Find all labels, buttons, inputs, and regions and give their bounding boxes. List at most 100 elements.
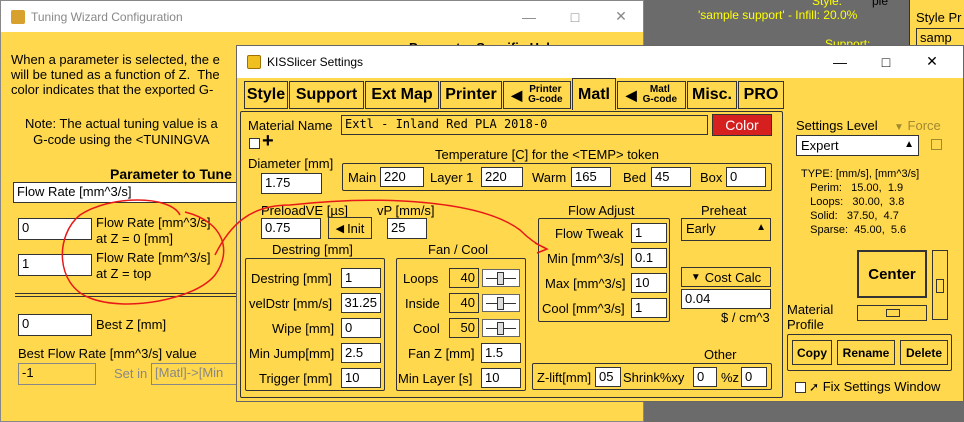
- down-triangle-icon: ▼: [894, 122, 904, 133]
- fix-settings-checkbox[interactable]: [795, 382, 806, 393]
- wizard-icon: [11, 9, 25, 24]
- slider-thumb[interactable]: [497, 322, 504, 335]
- cost-input[interactable]: 0.04: [681, 289, 771, 309]
- zlift-input[interactable]: 05: [595, 367, 621, 387]
- trigger-label: Trigger [mm]: [259, 371, 333, 386]
- center-button[interactable]: Center: [857, 250, 927, 298]
- tab-matl[interactable]: Matl: [572, 78, 616, 110]
- fan-heading: Fan / Cool: [428, 242, 488, 257]
- veldstr-input[interactable]: 31.25: [341, 293, 381, 313]
- rename-button[interactable]: Rename: [837, 340, 895, 365]
- wipe-input[interactable]: 0: [341, 318, 381, 338]
- tab-printer[interactable]: Printer: [440, 81, 502, 109]
- maximize-button[interactable]: □: [552, 1, 598, 32]
- material-name-label: Material Name: [248, 118, 333, 133]
- slider-thumb[interactable]: [886, 309, 900, 317]
- vp-input[interactable]: 25: [387, 218, 427, 239]
- settings-level-label: Settings Level: [796, 118, 878, 133]
- material-name-input[interactable]: Extl - Inland Red PLA 2018-0: [341, 115, 708, 135]
- temp-warm-input[interactable]: 165: [571, 167, 611, 187]
- minimize-button[interactable]: —: [506, 1, 552, 32]
- tab-support[interactable]: Support: [289, 81, 364, 109]
- settings-level-select[interactable]: Expert ▲: [796, 135, 919, 156]
- preheat-select[interactable]: Early ▲: [681, 218, 771, 241]
- minjump-input[interactable]: 2.5: [341, 343, 381, 363]
- bg-sample-support: 'sample support' - Infill: 20.0%: [698, 8, 858, 22]
- delete-button[interactable]: Delete: [900, 340, 948, 365]
- plus-icon[interactable]: +: [262, 130, 274, 153]
- temp-box-input[interactable]: 0: [726, 167, 766, 187]
- fan-cool-slider[interactable]: [482, 319, 520, 337]
- kiss-minimize-button[interactable]: —: [817, 46, 863, 77]
- fan-inside-slider[interactable]: [482, 294, 520, 312]
- tab-printer-gcode[interactable]: ◀ Printer G-code: [503, 81, 571, 109]
- slider-thumb[interactable]: [936, 279, 944, 293]
- param-select[interactable]: Flow Rate [mm^3/s]: [13, 182, 239, 203]
- minlayer-input[interactable]: 10: [481, 368, 521, 388]
- fan-inside-input[interactable]: 40: [449, 293, 479, 313]
- flow-max-label: Max [mm^3/s]: [545, 276, 626, 291]
- flow-tweak-input[interactable]: 1: [631, 223, 667, 243]
- ztop-value-input[interactable]: 1: [18, 254, 92, 276]
- kiss-title: KISSlicer Settings: [267, 55, 364, 69]
- temp-main-input[interactable]: 220: [380, 167, 424, 187]
- style-profile-label: Style Pr: [916, 10, 962, 25]
- slider-thumb[interactable]: [497, 272, 504, 285]
- updown-arrow-icon: ▲: [904, 139, 914, 150]
- cost-calc-button[interactable]: ▼ Cost Calc: [681, 267, 771, 287]
- z0-value-input[interactable]: 0: [18, 218, 92, 240]
- force-checkbox[interactable]: [931, 139, 942, 150]
- set-in-field: [Matl]->[Min: [151, 363, 241, 385]
- temp-layer1-input[interactable]: 220: [481, 167, 523, 187]
- flow-cool-input[interactable]: 1: [631, 298, 667, 318]
- copy-button[interactable]: Copy: [792, 340, 832, 365]
- tuning-note: Note: The actual tuning value is a G-cod…: [25, 116, 218, 147]
- best-flow-input[interactable]: -1: [18, 363, 96, 385]
- shrink-input[interactable]: 0: [693, 367, 717, 387]
- kiss-close-button[interactable]: ✕: [909, 46, 955, 77]
- tab-ext-map[interactable]: Ext Map: [365, 81, 439, 109]
- fanz-input[interactable]: 1.5: [481, 343, 521, 363]
- zlift-label: Z-lift[mm]: [537, 370, 592, 385]
- shrink-label: Shrink%xy: [623, 370, 685, 385]
- preload-input[interactable]: 0.75: [261, 218, 321, 239]
- set-in-label: Set in: [114, 366, 148, 381]
- fan-loops-slider[interactable]: [482, 269, 520, 287]
- center-vslider[interactable]: [932, 250, 948, 320]
- tab-misc[interactable]: Misc.: [687, 81, 737, 109]
- fan-cool-input[interactable]: 50: [449, 318, 479, 338]
- bg-style-hint: Style:: [812, 0, 843, 8]
- flow-max-input[interactable]: 10: [631, 273, 667, 293]
- flow-min-input[interactable]: 0.1: [631, 248, 667, 268]
- tab-matl-gcode[interactable]: ◀ Matl G-code: [617, 81, 686, 109]
- temp-box-label: Box: [700, 170, 723, 185]
- close-button[interactable]: ✕: [598, 1, 644, 32]
- init-button[interactable]: ◀ Init: [328, 217, 372, 239]
- fan-inside-label: Inside: [405, 296, 440, 311]
- kisslicer-icon: [247, 55, 261, 69]
- tab-pro[interactable]: PRO: [738, 81, 784, 109]
- temp-bed-input[interactable]: 45: [651, 167, 691, 187]
- flow-min-label: Min [mm^3/s]: [547, 251, 624, 266]
- slider-thumb[interactable]: [497, 297, 504, 310]
- wipe-label: Wipe [mm]: [272, 321, 335, 336]
- center-hslider[interactable]: [857, 305, 927, 321]
- shrinkz-input[interactable]: 0: [741, 367, 767, 387]
- trigger-input[interactable]: 10: [341, 368, 381, 388]
- arrow-icon: ➚: [809, 380, 820, 394]
- destring-heading: Destring [mm]: [272, 242, 353, 257]
- destring-input[interactable]: 1: [341, 268, 381, 288]
- diameter-input[interactable]: 1.75: [261, 173, 322, 194]
- minlayer-label: Min Layer [s]: [398, 371, 473, 386]
- kiss-maximize-button[interactable]: □: [863, 46, 909, 77]
- fan-loops-label: Loops: [403, 271, 439, 286]
- ztop-label: Flow Rate [mm^3/s] at Z = top: [96, 250, 211, 281]
- checkbox[interactable]: [249, 138, 260, 149]
- tab-style[interactable]: Style: [244, 81, 288, 109]
- bestz-input[interactable]: 0: [18, 314, 92, 336]
- z0-label: Flow Rate [mm^3/s] at Z = 0 [mm]: [96, 215, 211, 246]
- diameter-label: Diameter [mm]: [248, 156, 334, 171]
- color-button[interactable]: Color: [712, 114, 772, 136]
- bestz-label: Best Z [mm]: [96, 317, 167, 332]
- fan-loops-input[interactable]: 40: [449, 268, 479, 288]
